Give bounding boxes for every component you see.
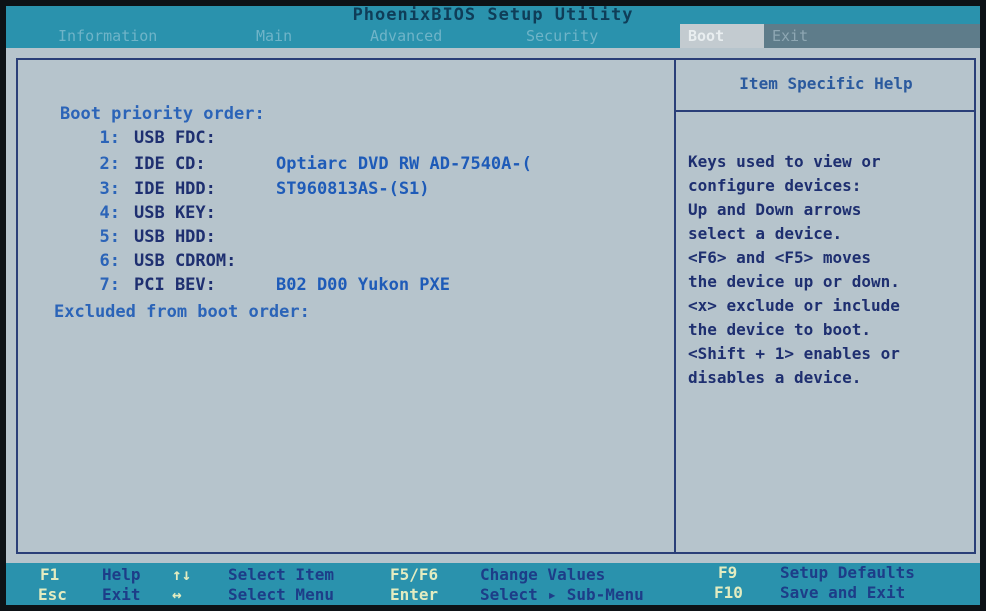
boot-item-number: 5: bbox=[99, 227, 120, 247]
help-line: select a device. bbox=[688, 224, 843, 243]
help-line: configure devices: bbox=[688, 176, 862, 195]
tab-security[interactable]: Security bbox=[518, 24, 606, 48]
boot-item-ide-cd[interactable]: 2: IDE CD: Optiarc DVD RW AD-7540A-( bbox=[86, 152, 532, 176]
up-down-arrows-icon: ↑↓ bbox=[172, 565, 192, 584]
f1-key: F1 bbox=[40, 565, 60, 584]
main-panel: Boot priority order: 1: USB FDC: 2: IDE CD… bbox=[16, 58, 976, 554]
f9-key: F9 bbox=[718, 563, 738, 582]
enter-key: Enter bbox=[390, 585, 439, 604]
boot-item-usb-hdd[interactable]: 5: USB HDD: bbox=[86, 225, 216, 249]
boot-item-ide-hdd[interactable]: 3: IDE HDD: ST960813AS-(S1) bbox=[86, 177, 430, 201]
boot-item-type: USB FDC: bbox=[134, 128, 216, 148]
boot-item-number: 3: bbox=[99, 179, 120, 199]
panel-divider bbox=[674, 60, 676, 552]
boot-item-usb-fdc[interactable]: 1: USB FDC: bbox=[86, 126, 216, 150]
menu-tab-bar: Information Main Advanced Security Boot … bbox=[6, 24, 980, 48]
tab-advanced[interactable]: Advanced bbox=[362, 24, 450, 48]
boot-item-usb-cdrom[interactable]: 6: USB CDROM: bbox=[86, 249, 237, 273]
boot-item-type: USB KEY: bbox=[134, 203, 216, 223]
tab-information[interactable]: Information bbox=[50, 24, 165, 48]
boot-item-device: B02 D00 Yukon PXE bbox=[276, 275, 450, 295]
select-item-desc: Select Item bbox=[228, 565, 334, 584]
bios-screen: PhoenixBIOS Setup Utility Information Ma… bbox=[6, 6, 980, 605]
boot-item-device: Optiarc DVD RW AD-7540A-( bbox=[276, 154, 532, 174]
boot-item-type: IDE HDD: bbox=[134, 179, 216, 199]
help-line: <x> exclude or include bbox=[688, 296, 900, 315]
esc-key: Esc bbox=[38, 585, 67, 604]
app-title: PhoenixBIOS Setup Utility bbox=[6, 6, 980, 24]
help-line: Up and Down arrows bbox=[688, 200, 862, 219]
help-line: <Shift + 1> enables or bbox=[688, 344, 900, 363]
boot-item-number: 4: bbox=[99, 203, 120, 223]
exit-desc: Exit bbox=[102, 585, 141, 604]
tab-exit[interactable]: Exit bbox=[764, 24, 980, 48]
boot-item-type: IDE CD: bbox=[134, 154, 206, 174]
f1-desc: Help bbox=[102, 565, 141, 584]
boot-item-type: USB HDD: bbox=[134, 227, 216, 247]
boot-item-usb-key[interactable]: 4: USB KEY: bbox=[86, 201, 216, 225]
boot-item-type: USB CDROM: bbox=[134, 251, 237, 271]
boot-item-device: ST960813AS-(S1) bbox=[276, 179, 430, 199]
select-menu-desc: Select Menu bbox=[228, 585, 334, 604]
save-and-exit-desc: Save and Exit bbox=[780, 583, 906, 602]
help-text: Keys used to view or configure devices: … bbox=[688, 150, 974, 390]
boot-item-number: 1: bbox=[99, 128, 120, 148]
boot-priority-heading: Boot priority order: bbox=[60, 104, 265, 124]
tab-boot[interactable]: Boot bbox=[680, 24, 764, 48]
key-legend-footer: F1 Help ↑↓ Select Item F5/F6 Change Valu… bbox=[6, 563, 980, 605]
help-separator bbox=[676, 110, 974, 112]
help-line: disables a device. bbox=[688, 368, 862, 387]
f5-f6-key: F5/F6 bbox=[390, 565, 439, 584]
help-line: <F6> and <F5> moves bbox=[688, 248, 872, 267]
help-line: the device to boot. bbox=[688, 320, 872, 339]
setup-defaults-desc: Setup Defaults bbox=[780, 563, 915, 582]
change-values-desc: Change Values bbox=[480, 565, 606, 584]
help-title: Item Specific Help bbox=[739, 74, 913, 93]
boot-item-type: PCI BEV: bbox=[134, 275, 216, 295]
help-line: Keys used to view or bbox=[688, 152, 881, 171]
left-right-arrow-icon: ↔ bbox=[172, 585, 182, 604]
excluded-heading: Excluded from boot order: bbox=[54, 302, 310, 322]
boot-item-pci-bev[interactable]: 7: PCI BEV: B02 D00 Yukon PXE bbox=[86, 273, 450, 297]
select-sub-menu-desc: Select ▸ Sub-Menu bbox=[480, 585, 644, 604]
f10-key: F10 bbox=[714, 583, 743, 602]
help-line: the device up or down. bbox=[688, 272, 900, 291]
tab-main[interactable]: Main bbox=[248, 24, 300, 48]
boot-item-number: 2: bbox=[99, 154, 120, 174]
boot-item-number: 7: bbox=[99, 275, 120, 295]
boot-item-number: 6: bbox=[99, 251, 120, 271]
